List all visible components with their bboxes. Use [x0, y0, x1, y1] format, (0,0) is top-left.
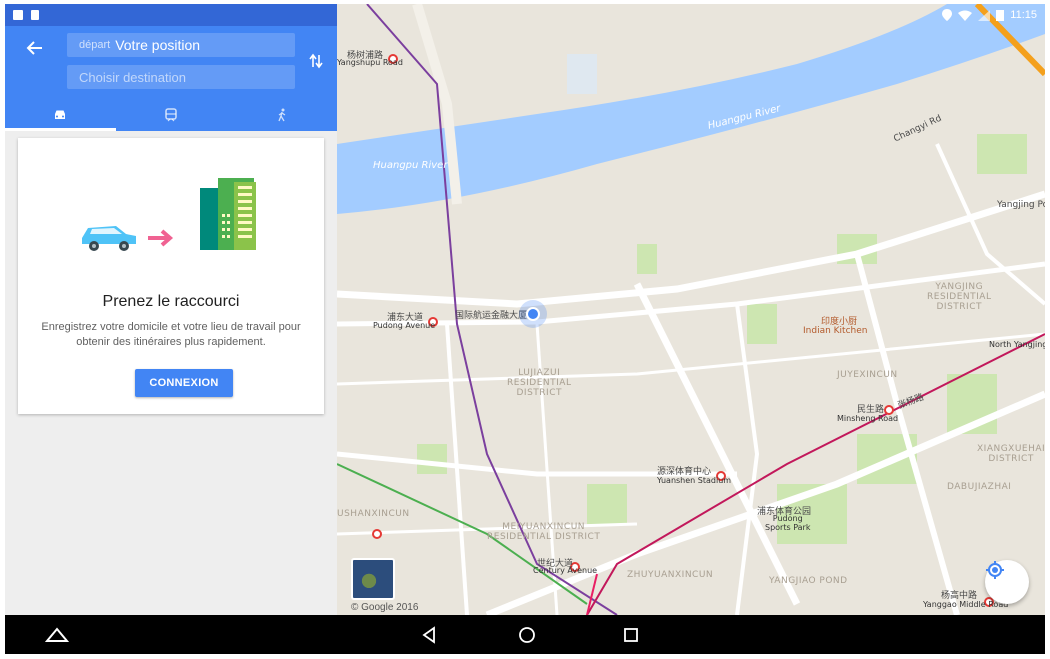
card-description: Enregistrez votre domicile et votre lieu…: [41, 321, 301, 348]
nav-recents-button[interactable]: [619, 623, 643, 647]
gallery-notification-icon: [13, 10, 23, 20]
map-label-xiangxuehai: XIANGXUEHAI DISTRICT: [977, 444, 1045, 464]
status-bar-right: 11:15: [942, 9, 1045, 21]
map-label-ushanxincun: USHANXINCUN: [337, 509, 410, 519]
file-notification-icon: [31, 10, 39, 20]
map-label-lujiazui: LUJIAZUI RESIDENTIAL DISTRICT: [507, 368, 572, 398]
map-label-yuanshen-stadium: Yuanshen Stadium: [657, 476, 732, 485]
nav-back-button[interactable]: [417, 623, 441, 647]
map-label-yangjing: YANGJING RESIDENTIAL DISTRICT: [927, 282, 992, 312]
location-pin-icon: [942, 9, 953, 21]
my-location-button[interactable]: [985, 560, 1029, 604]
satellite-layer-button[interactable]: [351, 558, 395, 600]
map-label-indian-kitchen: Indian Kitchen: [803, 326, 868, 336]
map-copyright: © Google 2016: [351, 602, 419, 613]
status-bar-left: [5, 4, 337, 26]
shortcut-card: Prenez le raccourci Enregistrez votre do…: [18, 138, 324, 414]
walk-icon: [278, 108, 286, 122]
status-bar: 11:15: [5, 4, 1045, 26]
map-label-dabujiazhai: DABUJIAZHAI: [947, 482, 1012, 492]
origin-field[interactable]: départ Votre position: [67, 33, 295, 57]
status-time: 11:15: [1010, 9, 1037, 21]
map-label-yangjing-port: Yangjing Port: [997, 200, 1045, 210]
tab-driving[interactable]: [5, 99, 116, 131]
map-label-guoji-hangyun: 国际航运金融大厦: [455, 311, 528, 321]
battery-icon: [996, 10, 1005, 21]
signal-icon: [978, 9, 991, 21]
home-circle-icon: [519, 627, 535, 643]
map-view[interactable]: Huangpu River Huangpu River Changyi Rd 杨…: [337, 4, 1045, 615]
nav-home-circle-button[interactable]: [515, 623, 539, 647]
tab-transit[interactable]: [116, 99, 227, 131]
map-label-juyexincun: JUYEXINCUN: [837, 370, 898, 380]
car-icon: [55, 110, 66, 119]
map-label-zhuyuanxincun: ZHUYUANXINCUN: [627, 570, 714, 580]
navigation-bar: [5, 615, 1045, 654]
origin-value: Votre position: [115, 37, 201, 53]
map-label-yangshupu-road: Yangshupu Road: [337, 58, 403, 67]
map-label-century-avenue: Century Avenue: [533, 566, 598, 575]
home-triangle-icon: [45, 627, 69, 642]
current-location-marker: [519, 300, 547, 328]
map-label-pudong-sports-park: Pudong Sports Park: [765, 514, 811, 532]
map-label-yangjiao-pond: YANGJIAO POND: [769, 576, 848, 586]
map-label-yanggao-middle: Yanggao Middle Road: [923, 600, 1009, 609]
wifi-icon: [958, 10, 973, 21]
nav-home-button[interactable]: [45, 623, 69, 647]
map-label-pudong-avenue: Pudong Avenue: [373, 321, 436, 330]
device-screen: Huangpu River Huangpu River Changyi Rd 杨…: [5, 4, 1045, 654]
travel-mode-tabs: [5, 99, 337, 131]
map-label-north-yangjing: North Yangjing Road: [989, 340, 1045, 349]
card-title: Prenez le raccourci: [102, 293, 240, 310]
tab-walking[interactable]: [226, 99, 337, 131]
back-triangle-icon: [422, 626, 435, 644]
map-label-minsheng-road: Minsheng Road: [837, 414, 899, 423]
connexion-button[interactable]: CONNEXION: [135, 369, 233, 397]
arrow-left-icon: [26, 41, 42, 55]
swap-route-button[interactable]: [305, 50, 327, 72]
map-label-huangpu-river-west: Huangpu River: [373, 160, 448, 171]
recents-square-icon: [624, 628, 638, 642]
map-label-meiyuanxincun: MEIYUANXINCUN RESIDENTIAL DISTRICT: [487, 522, 601, 542]
car-to-building-illustration: [82, 178, 256, 251]
origin-prefix: départ: [79, 39, 111, 51]
crosshair-icon: [986, 561, 1004, 579]
train-icon: [165, 108, 177, 122]
back-arrow-button[interactable]: [23, 36, 47, 60]
directions-panel: départ Votre position Choisir destinatio…: [5, 4, 337, 615]
swap-vertical-icon: [309, 53, 323, 69]
destination-field[interactable]: Choisir destination: [67, 65, 295, 89]
